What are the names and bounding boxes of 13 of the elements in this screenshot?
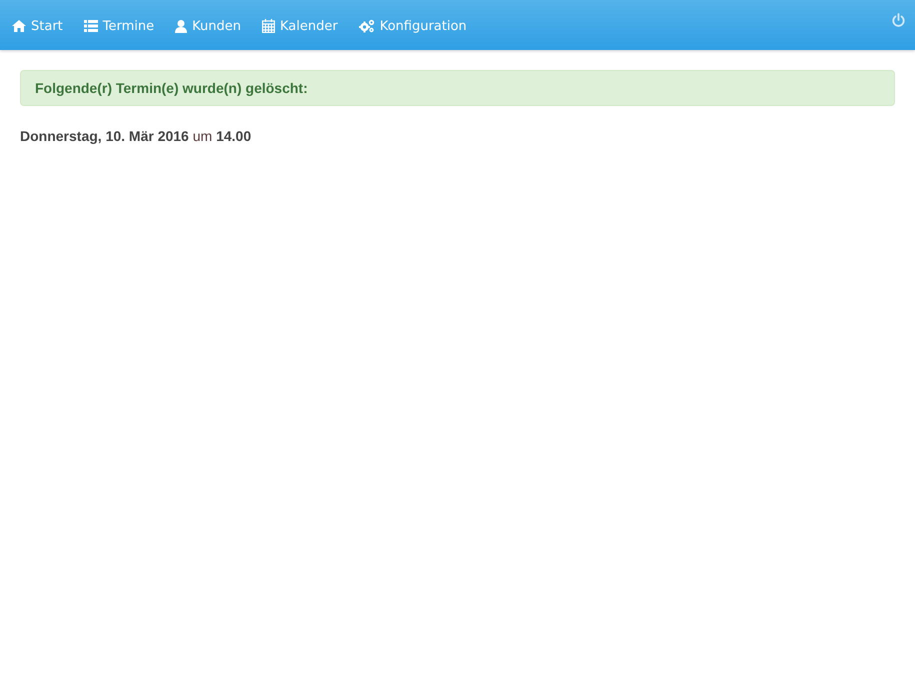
alert-message: Folgende(r) Termin(e) wurde(n) gelöscht: (35, 80, 308, 96)
gears-icon (358, 19, 375, 33)
calendar-icon (262, 19, 275, 33)
nav-link[interactable]: Konfiguration (358, 18, 467, 34)
nav-link[interactable]: Kunden (175, 18, 241, 34)
nav-link[interactable]: Termine (84, 18, 154, 34)
home-icon (12, 20, 26, 32)
user-icon (175, 20, 188, 32)
list-icon (84, 20, 98, 32)
appointment-text: Donnerstag, 10. Mär 2016 um 14.00 (20, 128, 252, 144)
power-icon[interactable] (892, 13, 905, 27)
nav-link[interactable]: Start (12, 18, 63, 34)
nav-link[interactable]: Kalender (262, 18, 338, 34)
